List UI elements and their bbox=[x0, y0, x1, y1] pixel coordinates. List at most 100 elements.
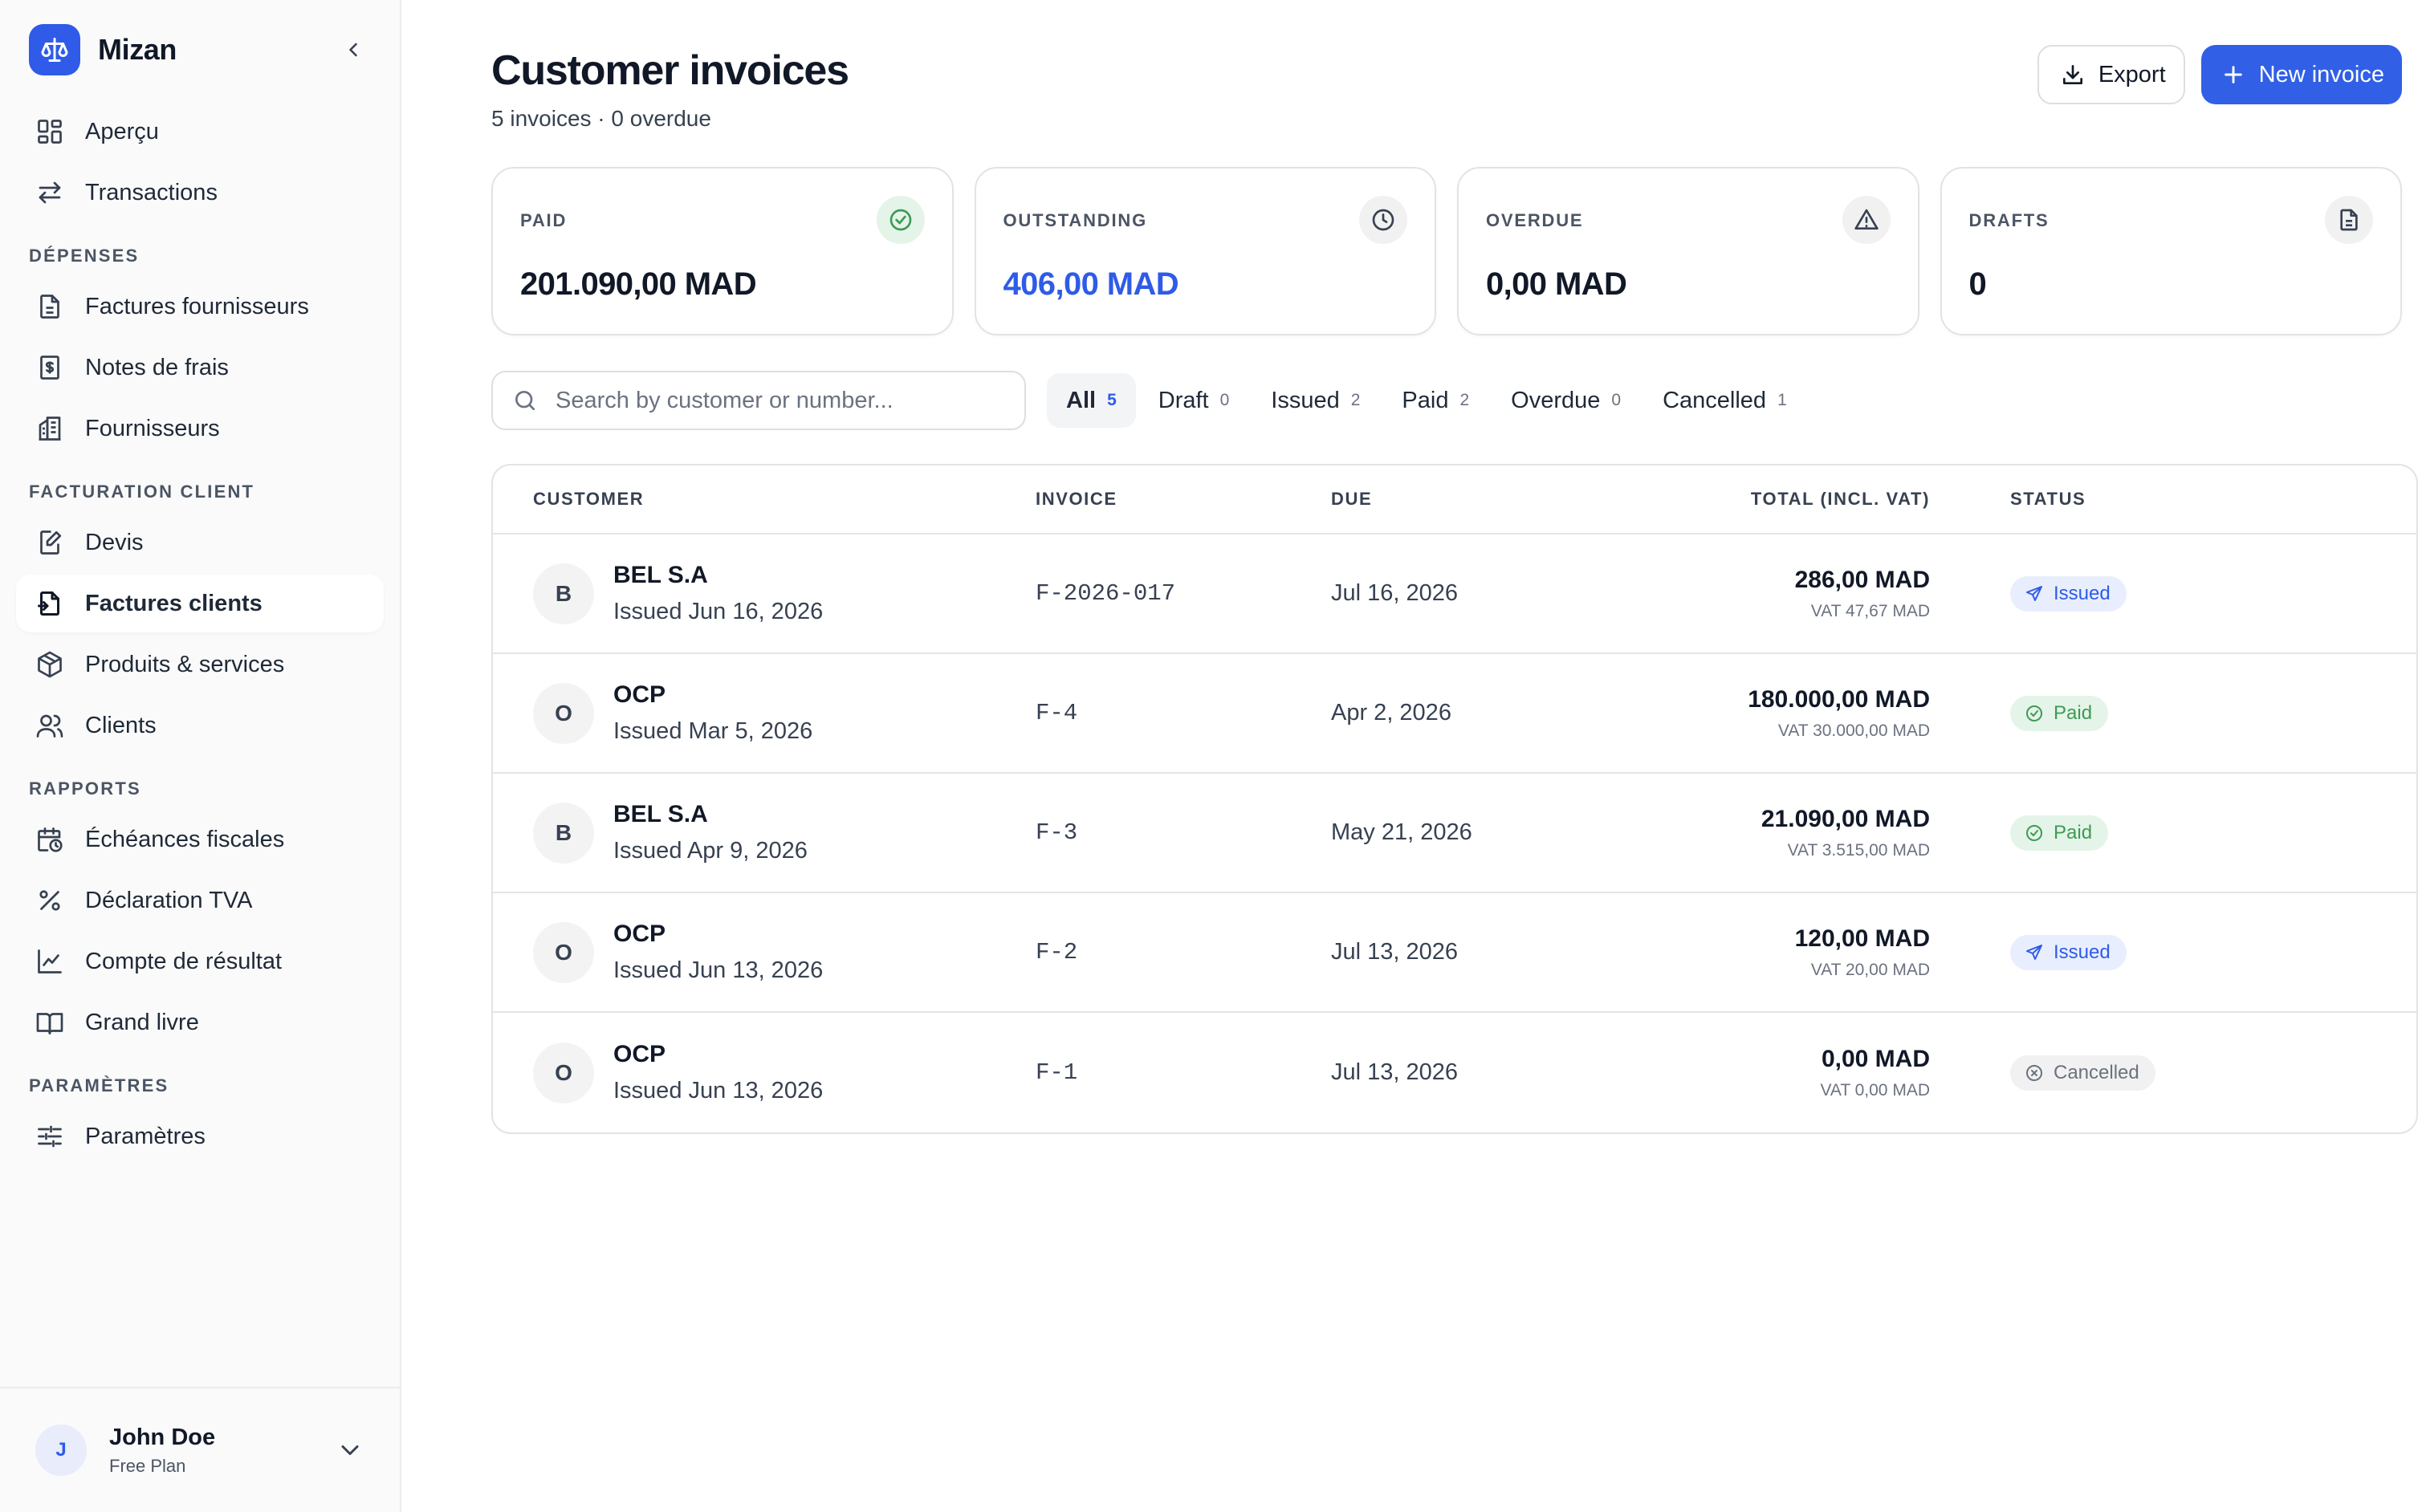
sidebar-item-transactions[interactable]: Transactions bbox=[16, 164, 384, 222]
sidebar-item-clients[interactable]: Clients bbox=[16, 697, 384, 754]
column-header-due[interactable]: DUE bbox=[1331, 489, 1614, 510]
scale-logo-icon bbox=[29, 24, 80, 75]
issued-date: Issued Apr 9, 2026 bbox=[613, 838, 808, 864]
total-cell: 286,00 MAD VAT 47,67 MAD bbox=[1614, 567, 1930, 621]
column-header-total[interactable]: TOTAL (INCL. VAT) bbox=[1614, 489, 1930, 510]
stat-value: 0 bbox=[1968, 266, 1987, 302]
customer-name: BEL S.A bbox=[613, 801, 708, 827]
main-content: Customer invoices 5 invoices · 0 overdue… bbox=[401, 0, 2418, 1512]
sidebar-item-grand-livre[interactable]: Grand livre bbox=[16, 994, 384, 1051]
invoice-number: F-4 bbox=[1036, 700, 1078, 726]
table-row[interactable]: O OCP Issued Jun 13, 2026 F-2 Jul 13, 20… bbox=[493, 893, 2416, 1013]
customer-avatar: O bbox=[533, 921, 594, 983]
sidebar: Mizan Aperçu Transactions DÉPENSES Factu… bbox=[0, 0, 401, 1512]
tab-label: Overdue bbox=[1511, 387, 1601, 413]
sidebar-item-produits-services[interactable]: Produits & services bbox=[16, 636, 384, 693]
sidebar-item-label: Paramètres bbox=[85, 1123, 206, 1149]
building-icon bbox=[39, 417, 61, 441]
status-badge: Issued bbox=[2010, 575, 2127, 612]
users-icon bbox=[36, 714, 63, 738]
sidebar-item-label: Devis bbox=[85, 529, 144, 555]
sidebar-nav: Aperçu Transactions DÉPENSES Factures fo… bbox=[0, 74, 400, 1387]
tab-paid[interactable]: Paid 2 bbox=[1382, 373, 1488, 428]
tab-count: 5 bbox=[1107, 391, 1117, 409]
sidebar-item-factures-clients[interactable]: Factures clients bbox=[16, 575, 384, 632]
status-label: Issued bbox=[2054, 941, 2111, 963]
due-date: Apr 2, 2026 bbox=[1331, 700, 1451, 726]
collapse-sidebar-button[interactable] bbox=[336, 32, 371, 67]
sidebar-item-echeances-fiscales[interactable]: Échéances fiscales bbox=[16, 811, 384, 868]
document-icon bbox=[40, 295, 59, 319]
sidebar-item-factures-fournisseurs[interactable]: Factures fournisseurs bbox=[16, 278, 384, 335]
stat-label: OUTSTANDING bbox=[1003, 210, 1147, 230]
sidebar-item-fournisseurs[interactable]: Fournisseurs bbox=[16, 400, 384, 457]
due-date: Jul 16, 2026 bbox=[1331, 580, 1459, 606]
sidebar-item-apercu[interactable]: Aperçu bbox=[16, 103, 384, 161]
search-input[interactable] bbox=[552, 385, 1002, 416]
customer-cell: O OCP Issued Jun 13, 2026 bbox=[493, 921, 1036, 984]
table-row[interactable]: O OCP Issued Mar 5, 2026 F-4 Apr 2, 2026… bbox=[493, 654, 2416, 774]
search-box[interactable] bbox=[491, 371, 1026, 430]
total-amount: 21.090,00 MAD bbox=[1761, 805, 1930, 832]
sidebar-item-label: Aperçu bbox=[85, 118, 159, 144]
user-menu[interactable]: J John Doe Free Plan bbox=[0, 1387, 400, 1512]
app-name: Mizan bbox=[98, 33, 177, 66]
invoice-number: F-3 bbox=[1036, 819, 1078, 846]
total-cell: 180.000,00 MAD VAT 30.000,00 MAD bbox=[1614, 686, 1930, 741]
check-circle-icon bbox=[2026, 705, 2042, 721]
customer-avatar: O bbox=[533, 682, 594, 744]
column-header-status[interactable]: STATUS bbox=[1930, 489, 2086, 510]
customer-cell: B BEL S.A Issued Apr 9, 2026 bbox=[493, 801, 1036, 864]
sidebar-item-label: Compte de résultat bbox=[85, 948, 283, 974]
tab-label: Draft bbox=[1158, 387, 1209, 413]
vat-amount: VAT 47,67 MAD bbox=[1810, 601, 1930, 620]
status-cell: Paid bbox=[1930, 695, 2109, 731]
due-date: Jul 13, 2026 bbox=[1331, 1059, 1459, 1085]
vat-amount: VAT 0,00 MAD bbox=[1820, 1080, 1930, 1099]
stats-cards: PAID 201.090,00 MAD OUTSTANDING 406,00 M… bbox=[491, 167, 2402, 335]
customer-avatar: B bbox=[533, 563, 594, 624]
plus-icon bbox=[2224, 66, 2242, 83]
stat-label: PAID bbox=[520, 210, 568, 230]
avatar: J bbox=[35, 1425, 87, 1476]
chevron-down-icon[interactable] bbox=[336, 1436, 364, 1465]
tab-issued[interactable]: Issued 2 bbox=[1252, 373, 1379, 428]
status-label: Paid bbox=[2054, 701, 2093, 724]
issued-date: Issued Jun 13, 2026 bbox=[613, 957, 824, 983]
customer-avatar: B bbox=[533, 802, 594, 864]
new-invoice-button[interactable]: New invoice bbox=[2200, 45, 2402, 104]
sidebar-item-parametres[interactable]: Paramètres bbox=[16, 1108, 384, 1165]
sidebar-item-label: Échéances fiscales bbox=[85, 826, 285, 852]
stat-card-drafts: DRAFTS 0 bbox=[1940, 167, 2402, 335]
sidebar-item-compte-de-resultat[interactable]: Compte de résultat bbox=[16, 933, 384, 990]
chevron-left-icon bbox=[349, 43, 357, 57]
tab-cancelled[interactable]: Cancelled 1 bbox=[1643, 373, 1806, 428]
table-row[interactable]: B BEL S.A Issued Apr 9, 2026 F-3 May 21,… bbox=[493, 774, 2416, 893]
sidebar-item-devis[interactable]: Devis bbox=[16, 514, 384, 571]
tab-draft[interactable]: Draft 0 bbox=[1139, 373, 1249, 428]
column-header-invoice[interactable]: INVOICE bbox=[1036, 489, 1331, 510]
total-cell: 0,00 MAD VAT 0,00 MAD bbox=[1614, 1046, 1930, 1100]
tab-count: 2 bbox=[1459, 391, 1470, 409]
status-cell: Paid bbox=[1930, 815, 2109, 851]
column-header-customer[interactable]: CUSTOMER bbox=[493, 489, 1036, 510]
search-icon bbox=[515, 391, 535, 410]
section-title-parametres: PARAMÈTRES bbox=[29, 1075, 169, 1095]
export-button[interactable]: Export bbox=[2037, 45, 2185, 104]
table-row[interactable]: B BEL S.A Issued Jun 16, 2026 F-2026-017… bbox=[493, 534, 2416, 654]
stat-label: DRAFTS bbox=[1968, 210, 2050, 230]
table-row[interactable]: O OCP Issued Jun 13, 2026 F-1 Jul 13, 20… bbox=[493, 1013, 2416, 1132]
customer-name: OCP bbox=[613, 921, 666, 947]
customer-name: OCP bbox=[613, 681, 666, 708]
tab-overdue[interactable]: Overdue 0 bbox=[1492, 373, 1640, 428]
total-cell: 21.090,00 MAD VAT 3.515,00 MAD bbox=[1614, 806, 1930, 860]
sidebar-item-notes-de-frais[interactable]: Notes de frais bbox=[16, 339, 384, 396]
issued-date: Issued Jun 13, 2026 bbox=[613, 1078, 824, 1104]
status-cell: Issued bbox=[1930, 934, 2127, 970]
new-invoice-button-label: New invoice bbox=[2258, 61, 2384, 87]
tab-all[interactable]: All 5 bbox=[1047, 373, 1136, 428]
sidebar-item-declaration-tva[interactable]: Déclaration TVA bbox=[16, 872, 384, 929]
download-icon bbox=[2062, 65, 2082, 84]
stat-card-outstanding: OUTSTANDING 406,00 MAD bbox=[974, 167, 1436, 335]
section-title-depenses: DÉPENSES bbox=[29, 246, 140, 266]
